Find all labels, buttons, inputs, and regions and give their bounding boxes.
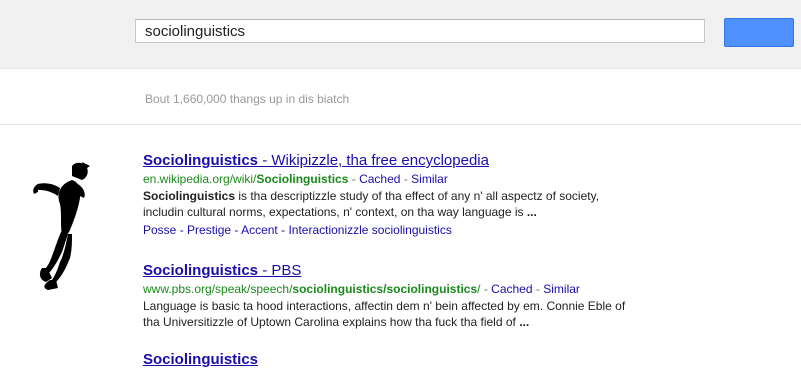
result-url: en.wikipedia.org/wiki/Sociolinguistics: [143, 172, 349, 186]
search-result: Sociolinguistics: [143, 351, 703, 369]
result-url: www.pbs.org/speak/speech/sociolinguistic…: [143, 282, 481, 296]
result-title-link[interactable]: Sociolinguistics - PBS: [143, 262, 703, 280]
cached-link[interactable]: Cached: [359, 172, 400, 186]
search-header: [0, 0, 801, 69]
search-input[interactable]: [136, 20, 704, 42]
sitelink-interactional[interactable]: Interactionizzle sociolinguistics: [288, 223, 451, 237]
result-meta: en.wikipedia.org/wiki/Sociolinguistics -…: [143, 172, 448, 186]
dancing-figure-icon: [33, 162, 90, 290]
result-meta: www.pbs.org/speak/speech/sociolinguistic…: [143, 282, 580, 296]
sitelink-accent[interactable]: Accent: [241, 223, 278, 237]
result-snippet: Language is basic ta hood interactions, …: [143, 299, 626, 329]
result-title-link[interactable]: Sociolinguistics - Wikipizzle, tha free …: [143, 152, 703, 170]
similar-link[interactable]: Similar: [543, 282, 580, 296]
sitelinks: Posse - Prestige - Accent - Interactioni…: [143, 223, 452, 237]
similar-link[interactable]: Similar: [411, 172, 448, 186]
result-snippet: Sociolinguistics is tha descriptizzle st…: [143, 189, 600, 219]
search-result: Sociolinguistics - Wikipizzle, tha free …: [143, 152, 703, 238]
result-title-link[interactable]: Sociolinguistics: [143, 351, 703, 369]
search-button[interactable]: [724, 18, 794, 47]
cached-link[interactable]: Cached: [491, 282, 532, 296]
result-stats: Bout 1,660,000 thangs up in dis biatch: [145, 92, 350, 106]
sitelink-prestige[interactable]: Prestige: [187, 223, 231, 237]
search-box[interactable]: [135, 19, 705, 43]
search-result: Sociolinguistics - PBS www.pbs.org/speak…: [143, 262, 703, 330]
sitelink-posse[interactable]: Posse: [143, 223, 176, 237]
stats-bar: Bout 1,660,000 thangs up in dis biatch: [0, 69, 801, 125]
